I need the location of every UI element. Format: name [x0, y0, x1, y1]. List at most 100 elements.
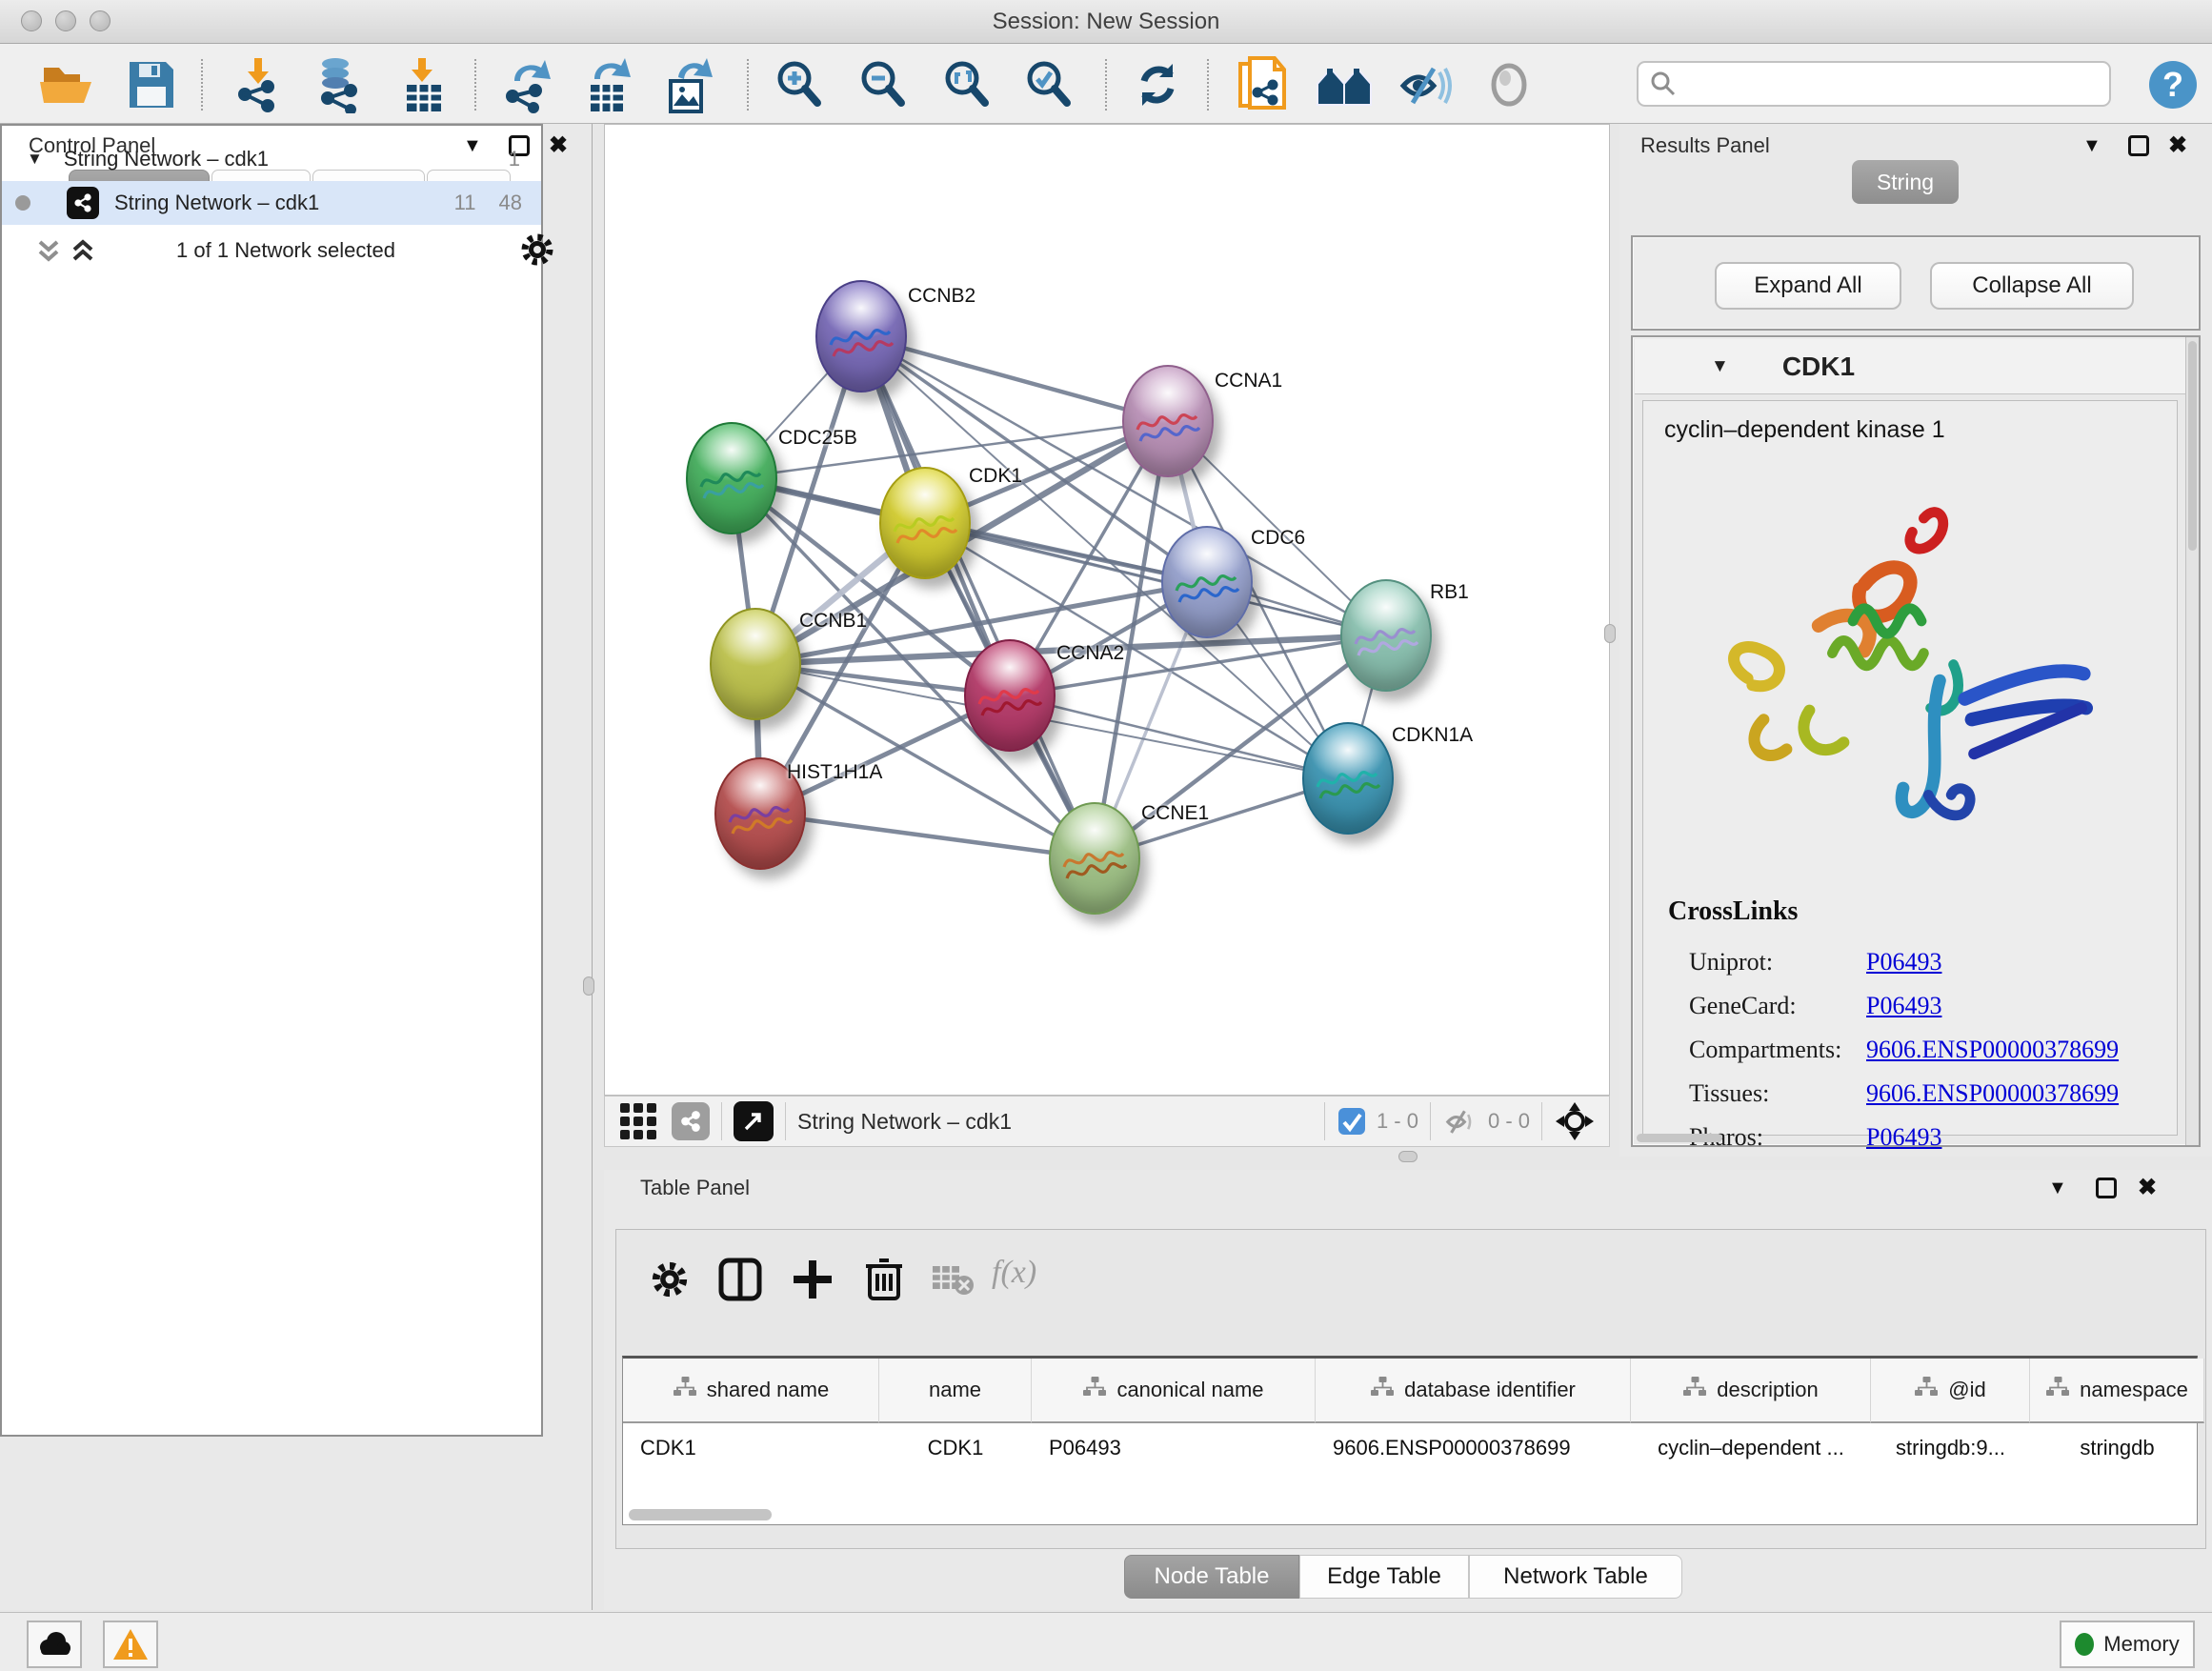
- crosslink-value-link[interactable]: 9606.ENSP00000378699: [1866, 1079, 2119, 1108]
- zoom-in-button[interactable]: [768, 53, 831, 116]
- crosslink-value-link[interactable]: P06493: [1866, 992, 1941, 1020]
- expand-all-button[interactable]: Expand All: [1715, 262, 1901, 310]
- import-network-file-button[interactable]: [227, 53, 290, 116]
- delete-column-icon[interactable]: [862, 1255, 906, 1302]
- tab-node-table[interactable]: Node Table: [1124, 1555, 1299, 1599]
- open-in-window-icon[interactable]: [734, 1101, 774, 1141]
- import-network-database-button[interactable]: [307, 53, 370, 116]
- node-RB1[interactable]: [1340, 579, 1432, 692]
- warnings-button[interactable]: [103, 1621, 158, 1668]
- column-header-canonical-name[interactable]: canonical name: [1032, 1359, 1316, 1423]
- node-CCNA2[interactable]: [964, 639, 1056, 752]
- search-field[interactable]: [1637, 61, 2111, 107]
- column-header-database-identifier[interactable]: database identifier: [1316, 1359, 1631, 1423]
- export-image-button[interactable]: [657, 53, 720, 116]
- tab-network-table[interactable]: Network Table: [1469, 1555, 1682, 1599]
- zoom-fit-button[interactable]: [935, 53, 998, 116]
- column-header-@id[interactable]: @id: [1871, 1359, 2030, 1423]
- protein-ribbon-thumb: [972, 672, 1048, 738]
- cell-canonical-name[interactable]: P06493: [1032, 1425, 1316, 1471]
- zoom-out-button[interactable]: [852, 53, 915, 116]
- node-CDC25B[interactable]: [686, 422, 777, 534]
- refresh-button[interactable]: [1126, 53, 1189, 116]
- float-panel-icon[interactable]: [2128, 135, 2149, 156]
- node-CCNA1[interactable]: [1122, 365, 1214, 477]
- collapse-all-button[interactable]: Collapse All: [1930, 262, 2134, 310]
- export-table-button[interactable]: [577, 53, 640, 116]
- splitter-handle[interactable]: [1398, 1151, 1418, 1162]
- tab-string[interactable]: String: [1852, 160, 1959, 204]
- node-CDKN1A[interactable]: [1302, 722, 1394, 835]
- cloud-button[interactable]: [27, 1621, 82, 1668]
- selected-nodes-edges: 1 - 0: [1377, 1109, 1418, 1134]
- cell-database-identifier[interactable]: 9606.ENSP00000378699: [1316, 1425, 1631, 1471]
- column-header-name[interactable]: name: [879, 1359, 1032, 1423]
- horizontal-scrollbar-thumb[interactable]: [629, 1509, 772, 1520]
- search-input[interactable]: [1677, 70, 2086, 97]
- column-header-namespace[interactable]: namespace: [2030, 1359, 2204, 1423]
- node-CDK1[interactable]: [879, 467, 971, 579]
- add-column-icon[interactable]: [790, 1257, 835, 1302]
- function-builder-disabled: f(x): [992, 1255, 1036, 1291]
- splitter-handle[interactable]: [583, 976, 594, 996]
- cell-description[interactable]: cyclin–dependent ...: [1631, 1425, 1871, 1471]
- gene-section-header[interactable]: ▼ CDK1: [1635, 339, 2185, 394]
- import-table-button[interactable]: [392, 53, 455, 116]
- close-panel-icon[interactable]: ✖: [549, 131, 568, 159]
- column-label: namespace: [2080, 1378, 2188, 1402]
- expand-all-chevrons-icon[interactable]: [69, 236, 97, 265]
- crosslink-row: Uniprot:P06493: [1689, 940, 2165, 984]
- save-session-button[interactable]: [120, 53, 183, 116]
- network-canvas[interactable]: CCNB2CCNA1CDC25BCDK1CDC6RB1CCNB1CCNA2CDK…: [604, 124, 1610, 1096]
- table-gear-icon[interactable]: [649, 1258, 691, 1300]
- cell-namespace[interactable]: stringdb: [2030, 1425, 2204, 1471]
- cell-shared-name[interactable]: CDK1: [623, 1425, 879, 1471]
- memory-button[interactable]: Memory: [2060, 1621, 2195, 1668]
- birdseye-crosshair-icon[interactable]: [1554, 1100, 1596, 1142]
- node-CCNE1[interactable]: [1049, 802, 1140, 915]
- string-view-icon[interactable]: [672, 1102, 710, 1140]
- network-row-selected[interactable]: String Network – cdk1 11 48: [2, 181, 541, 225]
- neighbors-button[interactable]: [1314, 53, 1377, 116]
- crosslink-value-link[interactable]: 9606.ENSP00000378699: [1866, 1036, 2119, 1064]
- column-header-description[interactable]: description: [1631, 1359, 1871, 1423]
- zoom-selected-button[interactable]: [1017, 53, 1080, 116]
- database-icon: [311, 56, 366, 113]
- close-panel-icon[interactable]: ✖: [2138, 1174, 2157, 1201]
- node-CCNB1[interactable]: [710, 608, 801, 720]
- column-header-shared-name[interactable]: shared name: [623, 1359, 879, 1423]
- column-label: shared name: [707, 1378, 829, 1402]
- cell-@id[interactable]: stringdb:9...: [1871, 1425, 2030, 1471]
- close-panel-icon[interactable]: ✖: [2168, 131, 2187, 159]
- import-table-icon: [399, 56, 449, 113]
- share-document-button[interactable]: [1231, 53, 1294, 116]
- splitter-handle[interactable]: [1604, 624, 1616, 643]
- network-collection-row[interactable]: ▼ String Network – cdk1 1: [2, 137, 541, 181]
- gear-icon[interactable]: [518, 231, 556, 269]
- cell-name[interactable]: CDK1: [879, 1425, 1032, 1471]
- selected-checkbox-icon[interactable]: [1337, 1106, 1367, 1137]
- export-network-button[interactable]: [495, 53, 558, 116]
- grid-view-icon[interactable]: [618, 1101, 658, 1141]
- section-collapse-caret-icon[interactable]: ▼: [1711, 356, 1729, 377]
- node-CCNB2[interactable]: [815, 280, 907, 393]
- vertical-scrollbar[interactable]: [2185, 337, 2199, 1145]
- tab-edge-table[interactable]: Edge Table: [1299, 1555, 1469, 1599]
- node-label-HIST1H1A: HIST1H1A: [787, 761, 882, 784]
- scrollbar-thumb[interactable]: [2188, 341, 2197, 551]
- panel-menu-caret-icon[interactable]: ▼: [2082, 135, 2101, 157]
- show-all-button[interactable]: [1478, 53, 1540, 116]
- node-CDC6[interactable]: [1161, 526, 1253, 638]
- panel-menu-caret-icon[interactable]: ▼: [2048, 1178, 2067, 1199]
- horizontal-scrollbar-thumb[interactable]: [1637, 1134, 1722, 1142]
- float-panel-icon[interactable]: [2096, 1178, 2117, 1198]
- help-button[interactable]: ?: [2142, 53, 2204, 116]
- show-columns-icon[interactable]: [717, 1257, 763, 1302]
- open-session-button[interactable]: [36, 53, 99, 116]
- collapse-all-chevrons-icon[interactable]: [34, 236, 63, 265]
- tree-expand-caret-icon[interactable]: ▼: [27, 150, 43, 169]
- crosslink-value-link[interactable]: P06493: [1866, 948, 1941, 976]
- hidden-eye-slash-icon[interactable]: [1442, 1105, 1478, 1137]
- hide-selected-button[interactable]: [1396, 53, 1458, 116]
- crosslink-value-link[interactable]: P06493: [1866, 1123, 1941, 1152]
